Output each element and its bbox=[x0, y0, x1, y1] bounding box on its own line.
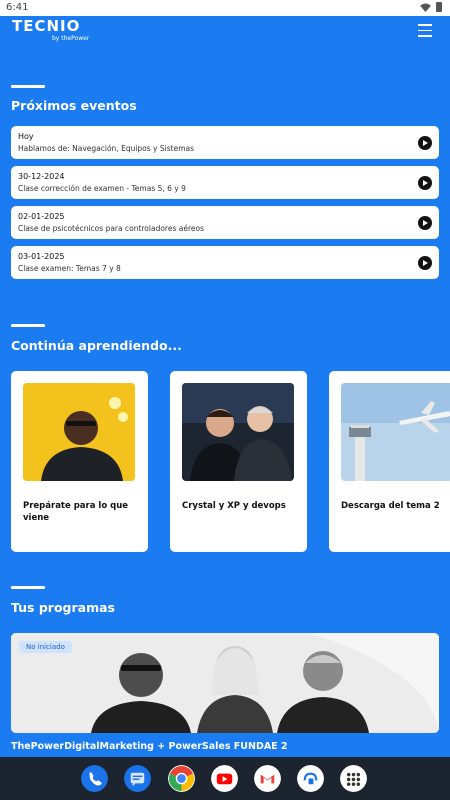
program-title: ThePowerDigitalMarketing + PowerSales FU… bbox=[11, 741, 288, 752]
course-title: Descarga del tema 2 bbox=[341, 501, 440, 511]
person-portrait-image bbox=[23, 383, 135, 481]
speakers-image bbox=[182, 383, 294, 481]
learning-section-title: Continúa aprendiendo... bbox=[11, 338, 182, 353]
play-icon[interactable] bbox=[418, 216, 432, 230]
youtube-icon[interactable] bbox=[211, 765, 238, 792]
events-section-title: Próximos eventos bbox=[11, 98, 137, 113]
course-title: Crystal y XP y devops bbox=[182, 501, 286, 511]
event-description: Clase examen: Temas 7 y 8 bbox=[18, 264, 121, 273]
section-divider bbox=[11, 85, 45, 88]
event-description: Hablamos de: Navegación, Equipos y Siste… bbox=[18, 144, 194, 153]
messages-icon[interactable] bbox=[124, 765, 151, 792]
play-icon[interactable] bbox=[418, 256, 432, 270]
event-item[interactable]: 30-12-2024 Clase corrección de examen - … bbox=[11, 166, 439, 199]
course-thumbnail bbox=[182, 383, 294, 481]
course-thumbnail bbox=[341, 383, 450, 481]
app-drawer-icon[interactable] bbox=[340, 765, 367, 792]
status-badge: No iniciado bbox=[19, 641, 72, 653]
section-divider bbox=[11, 586, 45, 589]
app-header: TECNIO by thePower bbox=[0, 16, 450, 48]
program-card[interactable]: No iniciado bbox=[11, 633, 439, 733]
play-icon[interactable] bbox=[418, 136, 432, 150]
event-item[interactable]: 02-01-2025 Clase de psicotécnicos para c… bbox=[11, 206, 439, 239]
programs-section-title: Tus programas bbox=[11, 600, 115, 615]
status-icons bbox=[420, 2, 442, 12]
chrome-icon[interactable] bbox=[168, 765, 195, 792]
course-card[interactable]: Descarga del tema 2 bbox=[329, 371, 450, 552]
event-item[interactable]: Hoy Hablamos de: Navegación, Equipos y S… bbox=[11, 126, 439, 159]
wifi-icon bbox=[420, 2, 431, 12]
event-description: Clase de psicotécnicos para controladore… bbox=[18, 224, 204, 233]
course-card[interactable]: Prepárate para lo que viene bbox=[11, 371, 148, 552]
program-banner-image bbox=[11, 633, 439, 733]
app-icon[interactable] bbox=[297, 765, 324, 792]
airport-tower-image bbox=[341, 383, 450, 481]
event-date: 03-01-2025 bbox=[18, 252, 65, 261]
gmail-icon[interactable] bbox=[254, 765, 281, 792]
system-dock bbox=[0, 757, 450, 800]
app-logo[interactable]: TECNIO by thePower bbox=[12, 17, 89, 42]
logo-text: TECNIO bbox=[12, 17, 81, 35]
course-title: Prepárate para lo que viene bbox=[23, 501, 129, 523]
event-description: Clase corrección de examen - Temas 5, 6 … bbox=[18, 184, 186, 193]
play-icon[interactable] bbox=[418, 176, 432, 190]
course-thumbnail bbox=[23, 383, 135, 481]
phone-icon[interactable] bbox=[81, 765, 108, 792]
battery-icon bbox=[436, 2, 442, 12]
course-card[interactable]: Crystal y XP y devops bbox=[170, 371, 307, 552]
event-item[interactable]: 03-01-2025 Clase examen: Temas 7 y 8 bbox=[11, 246, 439, 279]
logo-subtitle: by thePower bbox=[52, 35, 90, 42]
status-bar: 6:41 bbox=[0, 0, 450, 16]
hamburger-menu-icon[interactable] bbox=[418, 24, 432, 38]
status-time: 6:41 bbox=[6, 2, 29, 13]
section-divider bbox=[11, 324, 45, 327]
event-date: 02-01-2025 bbox=[18, 212, 65, 221]
event-date: Hoy bbox=[18, 132, 34, 141]
event-date: 30-12-2024 bbox=[18, 172, 65, 181]
